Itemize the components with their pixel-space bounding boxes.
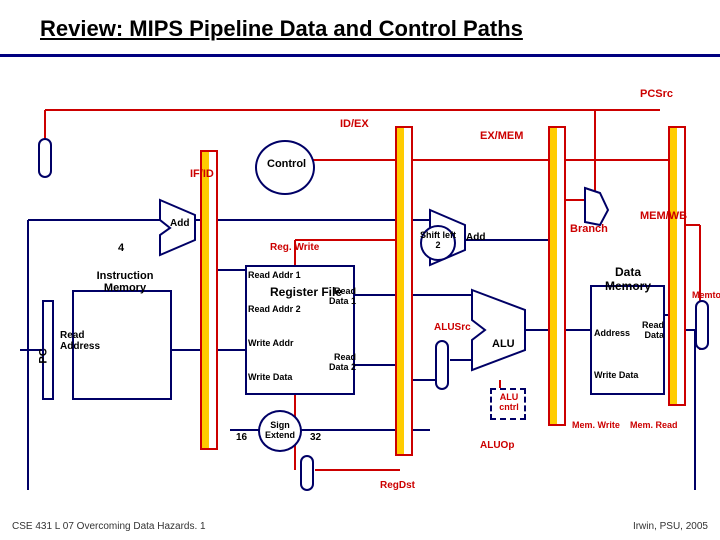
instrmem-label: Instruction Memory — [90, 270, 160, 294]
aluop-label: ALUOp — [480, 440, 514, 451]
alusrc-label: ALUSrc — [434, 322, 471, 333]
exmem-register — [548, 126, 566, 426]
readaddr1-label: Read Addr 1 — [248, 270, 301, 280]
readdata1-label: Read Data 1 — [316, 286, 356, 306]
alusrc-mux — [435, 340, 449, 390]
four-label: 4 — [118, 242, 124, 254]
pc-label: PC — [38, 348, 50, 363]
alucntrl-label: ALU cntrl — [492, 392, 526, 412]
memwrite-label: Mem. Write — [572, 420, 620, 430]
ifid-label: IF/ID — [190, 168, 214, 180]
readaddr2-label: Read Addr 2 — [248, 304, 301, 314]
idex-register — [395, 126, 413, 456]
ifid-register — [200, 150, 218, 450]
memtoreg-mux — [695, 300, 709, 350]
footer-left: CSE 431 L 07 Overcoming Data Hazards. 1 — [12, 521, 206, 532]
memtoreg-label: Memto. Reg — [692, 290, 720, 300]
readdata2-label: Read Data 2 — [316, 352, 356, 372]
branch-label: Branch — [570, 223, 608, 235]
memwb-register — [668, 126, 686, 406]
n16-label: 16 — [236, 432, 247, 443]
regdst-mux — [300, 455, 314, 491]
dmaddress-label: Address — [594, 328, 630, 338]
n32-label: 32 — [310, 432, 321, 443]
writeaddr-label: Write Addr — [248, 338, 294, 348]
pcsrc-mux — [38, 138, 52, 178]
shiftleft2-label: Shift left 2 — [420, 230, 456, 250]
pipeline-diagram: Control PC Instruction Memory Read Addre… — [0, 70, 720, 490]
regdst-label: RegDst — [380, 480, 415, 491]
add1-label: Add — [170, 218, 189, 229]
memwb-label: MEM/WB — [640, 210, 687, 222]
readaddr-label: Read Address — [60, 330, 110, 352]
datamem-label: Data Memory — [598, 265, 658, 293]
writedata-label: Write Data — [248, 372, 292, 382]
dmreaddata-label: Read Data — [634, 320, 664, 340]
alu-label: ALU — [492, 338, 515, 350]
footer-right: Irwin, PSU, 2005 — [633, 521, 708, 532]
pcsrc-label: PCSrc — [640, 88, 673, 100]
title-underline — [0, 54, 720, 57]
exmem-label: EX/MEM — [480, 130, 523, 142]
dmwritedata-label: Write Data — [594, 370, 638, 380]
regwrite-label: Reg. Write — [270, 242, 319, 253]
signextend-label: Sign Extend — [258, 420, 302, 440]
memread-label: Mem. Read — [630, 420, 678, 430]
control-label: Control — [267, 158, 306, 170]
idex-label: ID/EX — [340, 118, 369, 130]
page-title: Review: MIPS Pipeline Data and Control P… — [40, 16, 523, 42]
add2-label: Add — [466, 232, 485, 243]
